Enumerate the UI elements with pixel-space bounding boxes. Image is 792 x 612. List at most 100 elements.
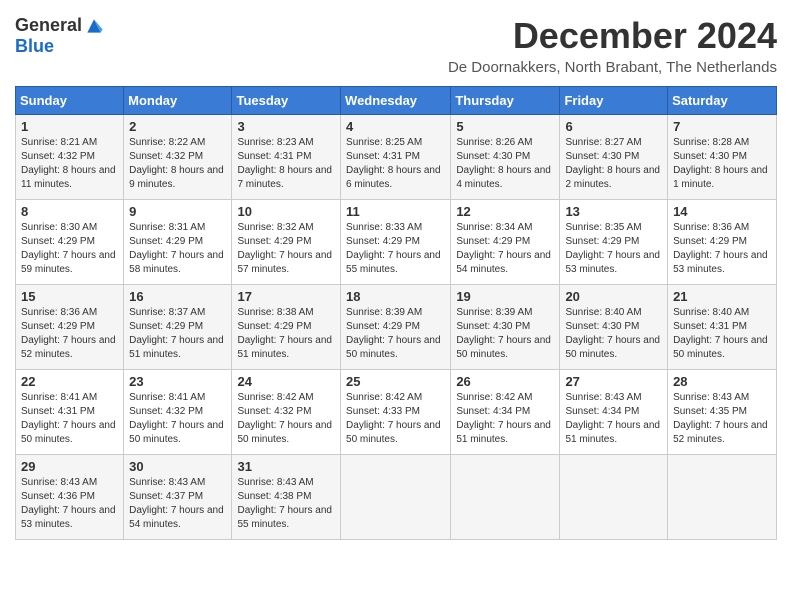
calendar-cell: 5 Sunrise: 8:26 AMSunset: 4:30 PMDayligh… xyxy=(451,115,560,200)
day-number: 4 xyxy=(346,119,445,134)
day-number: 10 xyxy=(237,204,335,219)
col-friday: Friday xyxy=(560,87,668,115)
calendar-cell: 25 Sunrise: 8:42 AMSunset: 4:33 PMDaylig… xyxy=(341,370,451,455)
week-row-3: 15 Sunrise: 8:36 AMSunset: 4:29 PMDaylig… xyxy=(16,285,777,370)
page-header: General Blue December 2024 De Doornakker… xyxy=(15,15,777,76)
day-info: Sunrise: 8:43 AMSunset: 4:34 PMDaylight:… xyxy=(565,392,660,445)
col-monday: Monday xyxy=(124,87,232,115)
day-info: Sunrise: 8:37 AMSunset: 4:29 PMDaylight:… xyxy=(129,307,224,360)
calendar-cell: 9 Sunrise: 8:31 AMSunset: 4:29 PMDayligh… xyxy=(124,200,232,285)
day-number: 3 xyxy=(237,119,335,134)
day-number: 15 xyxy=(21,289,118,304)
day-info: Sunrise: 8:39 AMSunset: 4:30 PMDaylight:… xyxy=(456,307,551,360)
calendar-cell: 2 Sunrise: 8:22 AMSunset: 4:32 PMDayligh… xyxy=(124,115,232,200)
day-number: 25 xyxy=(346,374,445,389)
day-number: 17 xyxy=(237,289,335,304)
week-row-1: 1 Sunrise: 8:21 AMSunset: 4:32 PMDayligh… xyxy=(16,115,777,200)
day-info: Sunrise: 8:31 AMSunset: 4:29 PMDaylight:… xyxy=(129,222,224,275)
calendar-cell: 30 Sunrise: 8:43 AMSunset: 4:37 PMDaylig… xyxy=(124,455,232,540)
calendar-cell xyxy=(451,455,560,540)
calendar-cell: 4 Sunrise: 8:25 AMSunset: 4:31 PMDayligh… xyxy=(341,115,451,200)
day-info: Sunrise: 8:40 AMSunset: 4:31 PMDaylight:… xyxy=(673,307,768,360)
day-info: Sunrise: 8:22 AMSunset: 4:32 PMDaylight:… xyxy=(129,137,224,190)
day-number: 22 xyxy=(21,374,118,389)
col-thursday: Thursday xyxy=(451,87,560,115)
day-number: 13 xyxy=(565,204,662,219)
day-number: 12 xyxy=(456,204,554,219)
col-tuesday: Tuesday xyxy=(232,87,341,115)
logo-icon xyxy=(84,16,104,36)
day-info: Sunrise: 8:40 AMSunset: 4:30 PMDaylight:… xyxy=(565,307,660,360)
day-number: 9 xyxy=(129,204,226,219)
calendar-cell: 10 Sunrise: 8:32 AMSunset: 4:29 PMDaylig… xyxy=(232,200,341,285)
day-number: 5 xyxy=(456,119,554,134)
day-number: 11 xyxy=(346,204,445,219)
calendar-cell: 23 Sunrise: 8:41 AMSunset: 4:32 PMDaylig… xyxy=(124,370,232,455)
day-info: Sunrise: 8:42 AMSunset: 4:34 PMDaylight:… xyxy=(456,392,551,445)
calendar-cell: 27 Sunrise: 8:43 AMSunset: 4:34 PMDaylig… xyxy=(560,370,668,455)
calendar-cell xyxy=(668,455,777,540)
location: De Doornakkers, North Brabant, The Nethe… xyxy=(448,59,777,76)
calendar-cell: 12 Sunrise: 8:34 AMSunset: 4:29 PMDaylig… xyxy=(451,200,560,285)
day-number: 23 xyxy=(129,374,226,389)
day-number: 24 xyxy=(237,374,335,389)
calendar-cell: 16 Sunrise: 8:37 AMSunset: 4:29 PMDaylig… xyxy=(124,285,232,370)
calendar-cell: 24 Sunrise: 8:42 AMSunset: 4:32 PMDaylig… xyxy=(232,370,341,455)
title-section: December 2024 De Doornakkers, North Brab… xyxy=(448,15,777,76)
day-info: Sunrise: 8:36 AMSunset: 4:29 PMDaylight:… xyxy=(673,222,768,275)
day-number: 6 xyxy=(565,119,662,134)
calendar-cell: 20 Sunrise: 8:40 AMSunset: 4:30 PMDaylig… xyxy=(560,285,668,370)
day-info: Sunrise: 8:23 AMSunset: 4:31 PMDaylight:… xyxy=(237,137,332,190)
day-info: Sunrise: 8:30 AMSunset: 4:29 PMDaylight:… xyxy=(21,222,116,275)
day-info: Sunrise: 8:35 AMSunset: 4:29 PMDaylight:… xyxy=(565,222,660,275)
day-number: 7 xyxy=(673,119,771,134)
day-number: 19 xyxy=(456,289,554,304)
day-number: 14 xyxy=(673,204,771,219)
day-number: 2 xyxy=(129,119,226,134)
calendar-cell: 19 Sunrise: 8:39 AMSunset: 4:30 PMDaylig… xyxy=(451,285,560,370)
calendar-cell: 1 Sunrise: 8:21 AMSunset: 4:32 PMDayligh… xyxy=(16,115,124,200)
day-info: Sunrise: 8:43 AMSunset: 4:37 PMDaylight:… xyxy=(129,477,224,530)
day-info: Sunrise: 8:21 AMSunset: 4:32 PMDaylight:… xyxy=(21,137,116,190)
day-info: Sunrise: 8:32 AMSunset: 4:29 PMDaylight:… xyxy=(237,222,332,275)
month-title: December 2024 xyxy=(448,15,777,57)
calendar-cell: 13 Sunrise: 8:35 AMSunset: 4:29 PMDaylig… xyxy=(560,200,668,285)
calendar-cell xyxy=(560,455,668,540)
col-saturday: Saturday xyxy=(668,87,777,115)
day-info: Sunrise: 8:41 AMSunset: 4:32 PMDaylight:… xyxy=(129,392,224,445)
day-info: Sunrise: 8:41 AMSunset: 4:31 PMDaylight:… xyxy=(21,392,116,445)
calendar-cell: 6 Sunrise: 8:27 AMSunset: 4:30 PMDayligh… xyxy=(560,115,668,200)
day-number: 31 xyxy=(237,459,335,474)
calendar-cell: 21 Sunrise: 8:40 AMSunset: 4:31 PMDaylig… xyxy=(668,285,777,370)
week-row-4: 22 Sunrise: 8:41 AMSunset: 4:31 PMDaylig… xyxy=(16,370,777,455)
day-info: Sunrise: 8:28 AMSunset: 4:30 PMDaylight:… xyxy=(673,137,768,190)
calendar-cell: 7 Sunrise: 8:28 AMSunset: 4:30 PMDayligh… xyxy=(668,115,777,200)
calendar-table: Sunday Monday Tuesday Wednesday Thursday… xyxy=(15,86,777,540)
col-sunday: Sunday xyxy=(16,87,124,115)
calendar-header-row: Sunday Monday Tuesday Wednesday Thursday… xyxy=(16,87,777,115)
col-wednesday: Wednesday xyxy=(341,87,451,115)
calendar-cell: 3 Sunrise: 8:23 AMSunset: 4:31 PMDayligh… xyxy=(232,115,341,200)
calendar-cell xyxy=(341,455,451,540)
calendar-cell: 8 Sunrise: 8:30 AMSunset: 4:29 PMDayligh… xyxy=(16,200,124,285)
day-info: Sunrise: 8:43 AMSunset: 4:35 PMDaylight:… xyxy=(673,392,768,445)
day-info: Sunrise: 8:43 AMSunset: 4:38 PMDaylight:… xyxy=(237,477,332,530)
calendar-cell: 31 Sunrise: 8:43 AMSunset: 4:38 PMDaylig… xyxy=(232,455,341,540)
calendar-cell: 14 Sunrise: 8:36 AMSunset: 4:29 PMDaylig… xyxy=(668,200,777,285)
calendar-cell: 18 Sunrise: 8:39 AMSunset: 4:29 PMDaylig… xyxy=(341,285,451,370)
day-info: Sunrise: 8:42 AMSunset: 4:32 PMDaylight:… xyxy=(237,392,332,445)
day-number: 21 xyxy=(673,289,771,304)
day-info: Sunrise: 8:39 AMSunset: 4:29 PMDaylight:… xyxy=(346,307,441,360)
day-number: 26 xyxy=(456,374,554,389)
day-number: 16 xyxy=(129,289,226,304)
day-info: Sunrise: 8:26 AMSunset: 4:30 PMDaylight:… xyxy=(456,137,551,190)
day-info: Sunrise: 8:36 AMSunset: 4:29 PMDaylight:… xyxy=(21,307,116,360)
week-row-2: 8 Sunrise: 8:30 AMSunset: 4:29 PMDayligh… xyxy=(16,200,777,285)
calendar-cell: 11 Sunrise: 8:33 AMSunset: 4:29 PMDaylig… xyxy=(341,200,451,285)
day-number: 30 xyxy=(129,459,226,474)
day-number: 1 xyxy=(21,119,118,134)
logo: General Blue xyxy=(15,15,104,57)
day-info: Sunrise: 8:33 AMSunset: 4:29 PMDaylight:… xyxy=(346,222,441,275)
calendar-cell: 28 Sunrise: 8:43 AMSunset: 4:35 PMDaylig… xyxy=(668,370,777,455)
day-number: 27 xyxy=(565,374,662,389)
